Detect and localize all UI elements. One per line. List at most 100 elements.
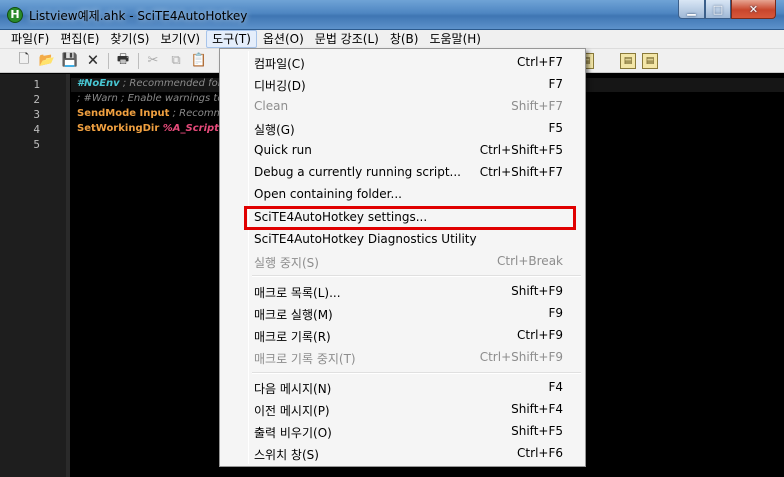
menu-item-shortcut: Shift+F4 [511,402,563,416]
menu-item-label: 컴파일(C) [254,57,305,71]
menu-item-label: Debug a currently running script... [254,165,461,179]
line-number: 4 [33,123,40,136]
menu-view[interactable]: 보기(V) [155,30,205,48]
menu-item-label: 디버깅(D) [254,79,306,93]
code-line: #NoEnv ; Recommended for p [77,78,231,89]
menu-item-label: Clean [254,99,289,113]
menu-item-label: Open containing folder... [254,187,402,201]
paste-icon[interactable]: 📋 [191,53,207,69]
window-controls: ▁ □ ✕ [678,0,776,21]
menu-item-clean: Clean Shift+F7 [222,95,583,117]
line-number: 5 [33,138,40,151]
close-file-icon[interactable]: 🗙 [85,52,101,69]
menu-tools[interactable]: 도구(T) [206,30,257,48]
command: SetWorkingDir [77,123,163,134]
menu-help[interactable]: 도움말(H) [424,30,486,48]
cut-icon[interactable]: ✂ [145,53,161,69]
tools-menu-dropdown: 컴파일(C) Ctrl+F7 디버깅(D) F7 Clean Shift+F7 실행(… [219,48,586,467]
menu-item-previous-message[interactable]: 이전 메시지(P) Shift+F4 [222,398,583,420]
menu-item-macro-run[interactable]: 매크로 실행(M) F9 [222,302,583,324]
menu-item-debug[interactable]: 디버깅(D) F7 [222,73,583,95]
menu-item-shortcut: Ctrl+Shift+F9 [479,350,563,364]
menu-item-run[interactable]: 실행(G) F5 [222,117,583,139]
maximize-button[interactable]: □ [705,0,731,19]
menu-item-open-containing-folder[interactable]: Open containing folder... [222,183,583,205]
menu-item-diagnostics-utility[interactable]: SciTE4AutoHotkey Diagnostics Utility [222,228,583,250]
menu-separator [252,275,581,277]
menu-item-shortcut: F5 [548,121,563,135]
menu-window[interactable]: 창(B) [385,30,424,48]
menu-item-label: 매크로 목록(L)... [254,286,341,300]
menu-item-label: 매크로 기록(R) [254,330,331,344]
code-line: ; #Warn ; Enable warnings to a [77,93,233,104]
menu-item-shortcut: Ctrl+Break [497,254,563,268]
maximize-icon: □ [712,2,724,16]
menu-item-label: Quick run [254,143,312,157]
menu-item-shortcut: Ctrl+F9 [517,328,563,342]
toolbar-separator [108,52,109,69]
menu-item-label: 실행 중지(S) [254,256,319,270]
title-bar: H Listview예제.ahk - SciTE4AutoHotkey ▁ □ … [0,0,784,30]
menu-bar: 파일(F) 편집(E) 찾기(S) 보기(V) 도구(T) 옵션(O) 문법 강… [0,30,784,49]
directive: #NoEnv [77,78,120,89]
menu-item-next-message[interactable]: 다음 메시지(N) F4 [222,376,583,398]
menu-item-compile[interactable]: 컴파일(C) Ctrl+F7 [222,51,583,73]
comment: ; #Warn ; Enable warnings to a [77,93,233,104]
menu-syntax-highlight[interactable]: 문법 강조(L) [310,30,384,48]
window-title: Listview예제.ahk - SciTE4AutoHotkey [29,9,248,23]
menu-item-shortcut: Shift+F7 [511,99,563,113]
line-number: 1 [33,78,40,91]
menu-options[interactable]: 옵션(O) [258,30,309,48]
line-number-gutter: 1 2 3 4 5 [0,74,70,477]
annotation-highlight-box [244,206,576,230]
menu-item-shortcut: Shift+F5 [511,424,563,438]
script-settings-icon[interactable]: ▤ [642,53,658,69]
menu-item-shortcut: Ctrl+F6 [517,446,563,460]
open-folder-icon[interactable]: 📂 [39,53,55,69]
menu-item-label: 실행(G) [254,123,295,137]
menu-item-label: 출력 비우기(O) [254,426,332,440]
menu-separator [252,372,581,374]
code-line: SendMode Input ; Recomme [77,108,229,119]
menu-item-label: 매크로 기록 중지(T) [254,352,356,366]
fold-margin [66,74,70,477]
menu-item-shortcut: Ctrl+Shift+F5 [479,143,563,157]
menu-item-macro-record[interactable]: 매크로 기록(R) Ctrl+F9 [222,324,583,346]
menu-item-quick-run[interactable]: Quick run Ctrl+Shift+F5 [222,139,583,161]
menu-item-shortcut: Shift+F9 [511,284,563,298]
menu-item-shortcut: F7 [548,77,563,91]
menu-item-label: 매크로 실행(M) [254,308,333,322]
menu-item-shortcut: Ctrl+Shift+F7 [479,165,563,179]
line-number: 3 [33,108,40,121]
menu-edit[interactable]: 편집(E) [55,30,104,48]
autohotkey-app-icon: H [7,7,23,23]
menu-item-switch-pane[interactable]: 스위치 창(S) Ctrl+F6 [222,442,583,464]
code-line: SetWorkingDir %A_ScriptDir [77,123,236,134]
command: SendMode Input [77,108,170,119]
menu-file[interactable]: 파일(F) [6,30,54,48]
line-number: 2 [33,93,40,106]
print-icon[interactable]: 🖶 [115,52,131,69]
menu-search[interactable]: 찾기(S) [105,30,154,48]
minimize-icon: ▁ [687,2,696,16]
menu-item-macro-list[interactable]: 매크로 목록(L)... Shift+F9 [222,280,583,302]
menu-item-debug-running-script[interactable]: Debug a currently running script... Ctrl+… [222,161,583,183]
menu-item-label: 스위치 창(S) [254,448,319,462]
close-icon: ✕ [748,2,759,16]
minimize-button[interactable]: ▁ [678,0,705,19]
menu-item-macro-stop-record: 매크로 기록 중지(T) Ctrl+Shift+F9 [222,346,583,368]
comment: ; Recommended for p [119,78,232,89]
close-button[interactable]: ✕ [731,0,776,19]
menu-item-label: SciTE4AutoHotkey Diagnostics Utility [254,232,477,246]
menu-item-label: 다음 메시지(N) [254,382,332,396]
toolbar-separator [138,52,139,69]
menu-item-clear-output[interactable]: 출력 비우기(O) Shift+F5 [222,420,583,442]
copy-icon[interactable]: ⧉ [168,53,184,69]
new-file-icon[interactable]: 🗋 [16,52,32,69]
script-icon[interactable]: ▤ [620,53,636,69]
save-icon[interactable]: 💾 [62,53,78,69]
menu-item-stop-execution: 실행 중지(S) Ctrl+Break [222,250,583,272]
menu-item-shortcut: F4 [548,380,563,394]
menu-item-shortcut: Ctrl+F7 [517,55,563,69]
menu-item-shortcut: F9 [548,306,563,320]
